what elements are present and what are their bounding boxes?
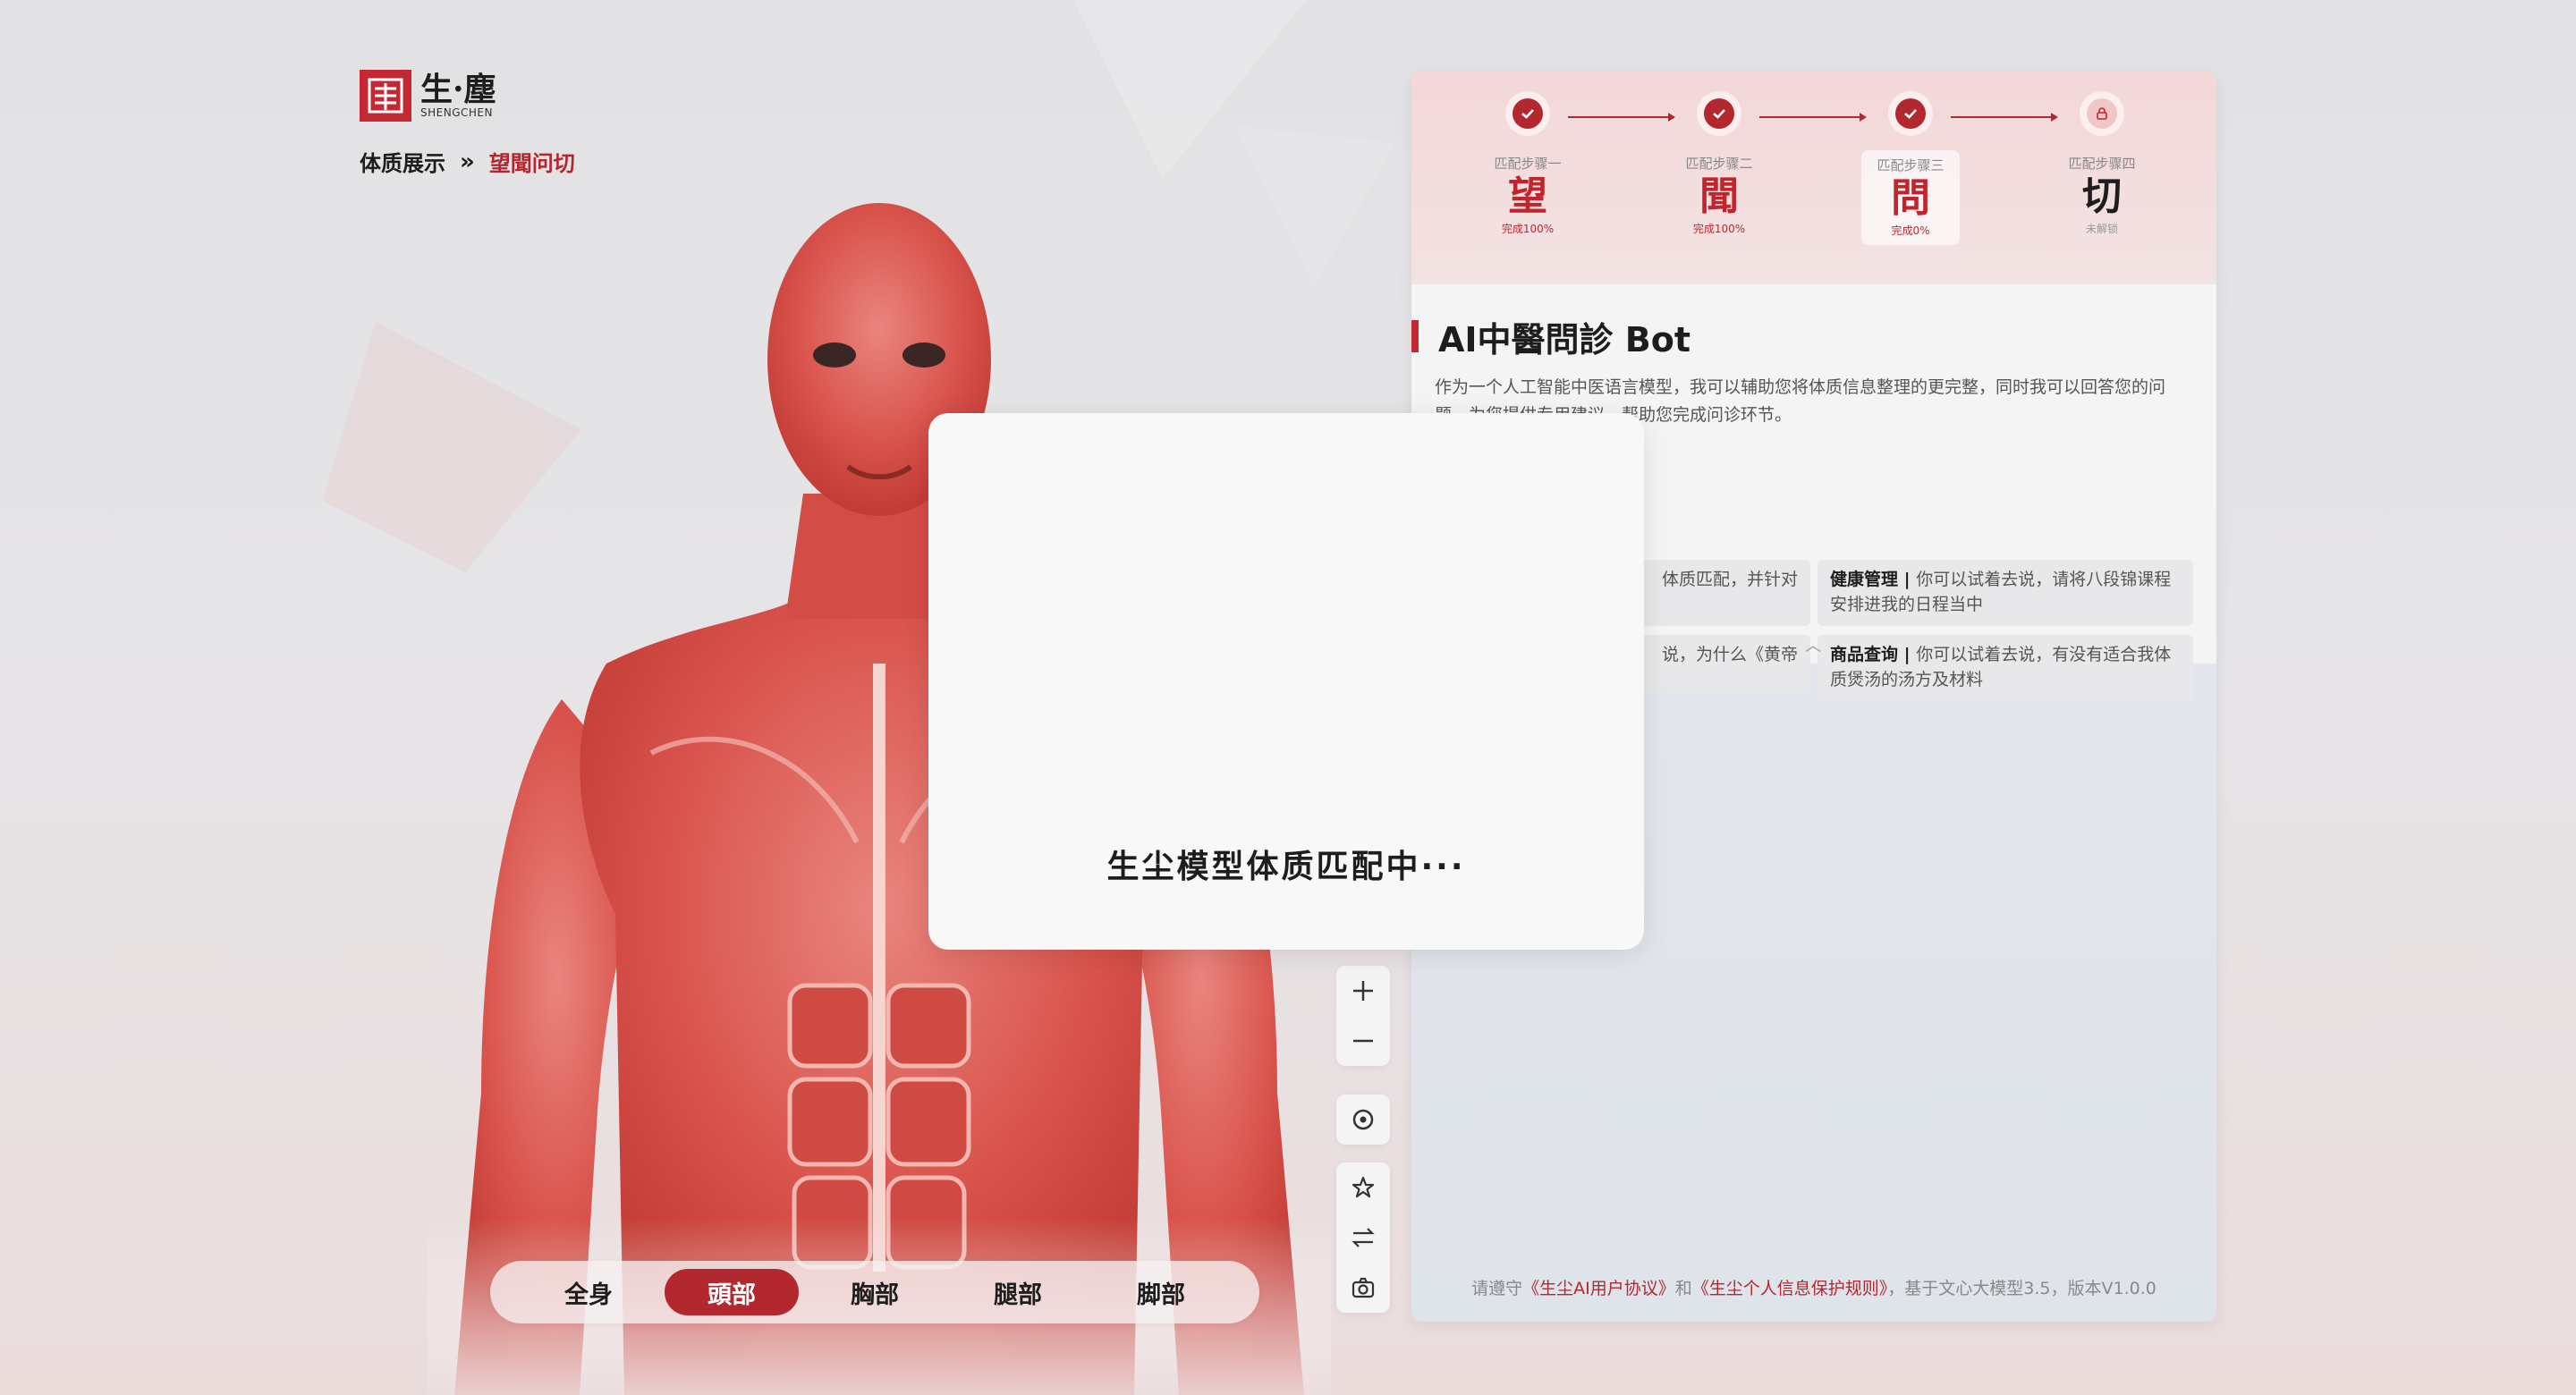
zoom-controls [1336,966,1390,1066]
chevron-up-icon[interactable]: ︿ [1805,633,1821,656]
suggestion-card-product[interactable]: 商品查询 | 你可以试着去说，有没有适合我体质煲汤的汤方及材料 [1818,635,2193,701]
favorite-button[interactable] [1336,1162,1390,1213]
card-tag: 健康管理 [1830,570,1899,589]
zoom-out-button[interactable] [1336,1016,1390,1066]
brand-name-cn: 生·塵 [420,71,496,108]
step-2[interactable]: 匹配步骤二 聞 完成100% [1670,91,1768,236]
bot-title-text: AI中醫問診 Bot [1438,319,1691,359]
step-label: 匹配步骤一 [1494,156,1562,172]
step-connector [1951,113,2058,122]
step-progress: 未解锁 [2085,223,2118,235]
breadcrumb-current: 望聞问切 [488,151,575,176]
step-3[interactable]: 匹配步骤三 問 完成0% [1861,91,1960,245]
privacy-policy-link[interactable]: 《生尘个人信息保护规则》 [1692,1279,1888,1298]
zoom-in-button[interactable] [1336,966,1390,1016]
footer-prefix: 请遵守 [1471,1279,1523,1298]
loading-modal: 生尘模型体质匹配中··· [928,413,1644,950]
locate-button[interactable] [1336,1095,1390,1145]
progress-steps: 匹配步骤一 望 完成100% 匹配步骤二 聞 完成100% 匹配步骤三 問 完成… [1411,72,2216,284]
minus-icon [1353,1039,1373,1043]
tab-legs[interactable]: 腿部 [951,1269,1085,1315]
footer-notice: 请遵守《生尘AI用户协议》和《生尘个人信息保护规则》，基于文心大模型3.5，版本… [1411,1275,2216,1299]
brand-name-en: SHENGCHEN [420,106,493,119]
title-accent-bar [1411,320,1419,352]
brand-logo[interactable]: 生·塵 SHENGCHEN [360,70,496,122]
step-label: 匹配步骤三 [1877,157,1945,173]
lock-icon [2087,98,2117,129]
step-1[interactable]: 匹配步骤一 望 完成100% [1479,91,1577,236]
check-icon [1895,98,1926,129]
user-agreement-link[interactable]: 《生尘AI用户协议》 [1522,1279,1675,1298]
camera-icon [1352,1277,1375,1298]
card-text: 体质匹配，并针对 [1661,570,1798,589]
view-tools [1336,1162,1390,1313]
suggestion-card-health[interactable]: 健康管理 | 你可以试着去说，请将八段锦课程安排进我的日程当中 [1818,560,2193,626]
step-label: 匹配步骤四 [2068,156,2136,172]
step-progress: 完成100% [1692,223,1746,235]
step-progress: 完成100% [1501,223,1555,235]
breadcrumb-separator-icon: » [460,148,475,175]
switch-view-button[interactable] [1336,1213,1390,1263]
step-4[interactable]: 匹配步骤四 切 未解锁 [2053,91,2151,236]
check-icon [1513,98,1543,129]
step-progress: 完成0% [1891,224,1930,237]
logo-seal-icon [360,70,411,122]
target-icon [1352,1109,1374,1130]
card-tag: 商品查询 [1830,645,1899,664]
tab-head[interactable]: 頭部 [665,1269,799,1315]
footer-suffix: ，基于文心大模型3.5，版本V1.0.0 [1887,1279,2157,1298]
star-icon [1352,1176,1375,1198]
breadcrumb: 体质展示 » 望聞问切 [360,146,575,177]
locate-control [1336,1095,1390,1145]
plus-icon [1353,981,1373,1001]
step-char: 望 [1508,173,1547,219]
breadcrumb-home[interactable]: 体质展示 [360,146,445,177]
step-connector [1568,113,1675,122]
loading-text: 生尘模型体质匹配中··· [1106,849,1466,885]
footer-and: 和 [1674,1279,1692,1298]
step-char: 聞 [1699,173,1739,219]
step-char: 切 [2082,173,2122,219]
card-text: 说，为什么《黄帝 [1661,645,1798,664]
swap-arrows-icon [1352,1228,1375,1247]
tab-feet[interactable]: 脚部 [1094,1269,1228,1315]
snapshot-button[interactable] [1336,1263,1390,1313]
bot-title: AI中醫問診 Bot [1411,318,1690,359]
step-char: 問 [1891,175,1930,221]
step-label: 匹配步骤二 [1685,156,1753,172]
step-3-highlight: 匹配步骤三 問 完成0% [1861,150,1960,245]
tab-whole-body[interactable]: 全身 [521,1269,656,1315]
step-connector [1759,113,1867,122]
check-icon [1704,98,1734,129]
tab-chest[interactable]: 胸部 [808,1269,942,1315]
body-part-tabs: 全身 頭部 胸部 腿部 脚部 [490,1261,1259,1323]
